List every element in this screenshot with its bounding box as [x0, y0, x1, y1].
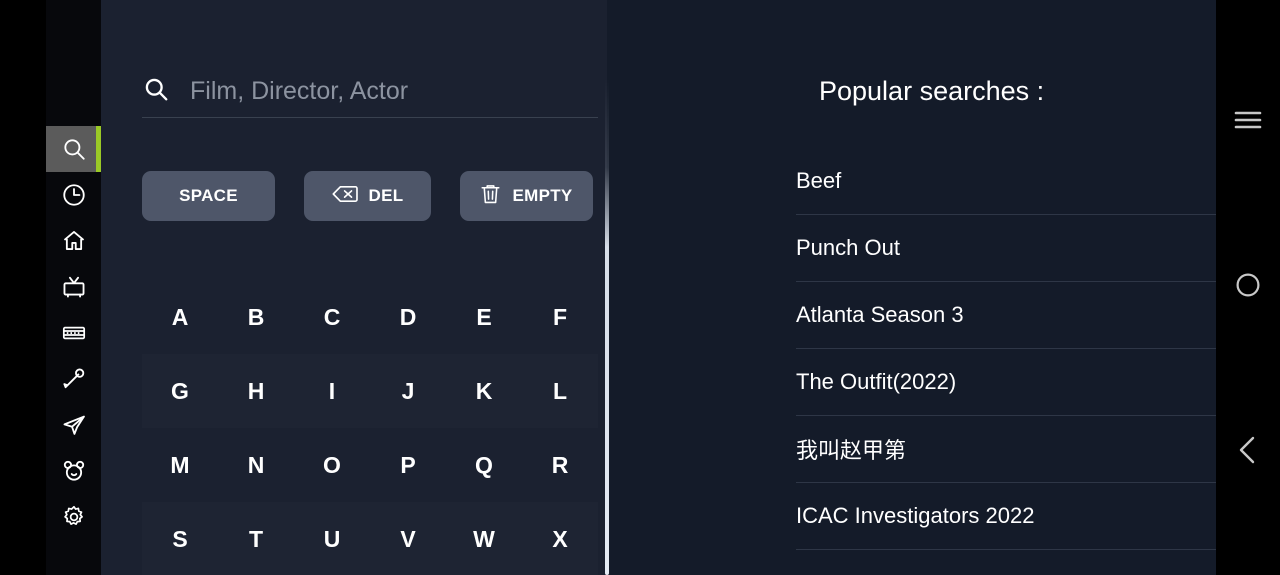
- key-q[interactable]: Q: [446, 428, 522, 502]
- list-item[interactable]: Beef: [796, 148, 1266, 215]
- circle-icon: [1235, 272, 1261, 303]
- key-o[interactable]: O: [294, 428, 370, 502]
- list-item[interactable]: The Outfit(2022): [796, 349, 1266, 416]
- sidebar-item-kids[interactable]: [46, 448, 101, 494]
- key-x[interactable]: X: [522, 502, 598, 575]
- empty-button[interactable]: EMPTY: [460, 171, 593, 221]
- sidebar-item-share[interactable]: [46, 402, 101, 448]
- keyboard-action-buttons: SPACE DEL EMPTY: [142, 171, 593, 221]
- key-f[interactable]: F: [522, 280, 598, 354]
- sidebar-item-search[interactable]: [46, 126, 101, 172]
- search-input[interactable]: [190, 77, 598, 106]
- film-icon: [61, 320, 87, 346]
- screen: SPACE DEL: [0, 0, 1280, 575]
- list-item[interactable]: Atlanta Season 3: [796, 282, 1266, 349]
- key-k[interactable]: K: [446, 354, 522, 428]
- android-navigation-bar: [1216, 0, 1280, 575]
- key-n[interactable]: N: [218, 428, 294, 502]
- chevron-left-icon: [1236, 435, 1260, 470]
- menu-icon: [1234, 109, 1262, 136]
- key-g[interactable]: G: [142, 354, 218, 428]
- key-u[interactable]: U: [294, 502, 370, 575]
- home-icon: [61, 228, 87, 254]
- key-d[interactable]: D: [370, 280, 446, 354]
- send-icon: [61, 412, 87, 438]
- key-t[interactable]: T: [218, 502, 294, 575]
- keyboard-scrollbar[interactable]: [605, 78, 609, 575]
- delete-button-label: DEL: [368, 186, 404, 205]
- sidebar-item-karaoke[interactable]: [46, 356, 101, 402]
- keyboard-grid: A B C D E F G H I J K L M N O P Q R S T: [142, 280, 598, 575]
- keyboard-column: SPACE DEL: [101, 0, 609, 575]
- nav-home-button[interactable]: [1226, 265, 1270, 309]
- space-button[interactable]: SPACE: [142, 171, 275, 221]
- popular-searches-list: Beef Punch Out Atlanta Season 3 The Outf…: [796, 148, 1266, 550]
- left-gutter: [0, 0, 46, 575]
- search-bar[interactable]: [142, 66, 598, 118]
- nav-back-button[interactable]: [1226, 430, 1270, 474]
- delete-button[interactable]: DEL: [304, 171, 431, 221]
- key-a[interactable]: A: [142, 280, 218, 354]
- main-panel: SPACE DEL: [101, 0, 1266, 575]
- key-b[interactable]: B: [218, 280, 294, 354]
- key-w[interactable]: W: [446, 502, 522, 575]
- key-s[interactable]: S: [142, 502, 218, 575]
- space-button-label: SPACE: [179, 186, 238, 205]
- app-sidebar: [46, 0, 101, 575]
- sidebar-item-home[interactable]: [46, 218, 101, 264]
- nav-recents-button[interactable]: [1226, 100, 1270, 144]
- empty-button-label: EMPTY: [512, 186, 573, 205]
- list-item[interactable]: 我叫赵甲第: [796, 416, 1266, 483]
- key-v[interactable]: V: [370, 502, 446, 575]
- sidebar-item-live-tv[interactable]: [46, 264, 101, 310]
- key-r[interactable]: R: [522, 428, 598, 502]
- backspace-icon: [332, 184, 358, 209]
- popular-searches-title: Popular searches :: [819, 76, 1045, 106]
- key-l[interactable]: L: [522, 354, 598, 428]
- key-e[interactable]: E: [446, 280, 522, 354]
- list-item[interactable]: ICAC Investigators 2022: [796, 483, 1266, 550]
- key-i[interactable]: I: [294, 354, 370, 428]
- gear-icon: [61, 504, 87, 530]
- mic-icon: [61, 366, 87, 392]
- search-icon: [61, 136, 87, 162]
- tv-icon: [61, 274, 87, 300]
- key-p[interactable]: P: [370, 428, 446, 502]
- key-c[interactable]: C: [294, 280, 370, 354]
- key-m[interactable]: M: [142, 428, 218, 502]
- trash-icon: [480, 183, 501, 210]
- kids-icon: [61, 458, 87, 484]
- search-icon: [142, 75, 170, 108]
- sidebar-item-history[interactable]: [46, 172, 101, 218]
- key-j[interactable]: J: [370, 354, 446, 428]
- list-item[interactable]: Punch Out: [796, 215, 1266, 282]
- sidebar-item-settings[interactable]: [46, 494, 101, 540]
- sidebar-item-movies[interactable]: [46, 310, 101, 356]
- clock-icon: [61, 182, 87, 208]
- results-column: Popular searches : Beef Punch Out Atlant…: [610, 0, 1266, 575]
- key-h[interactable]: H: [218, 354, 294, 428]
